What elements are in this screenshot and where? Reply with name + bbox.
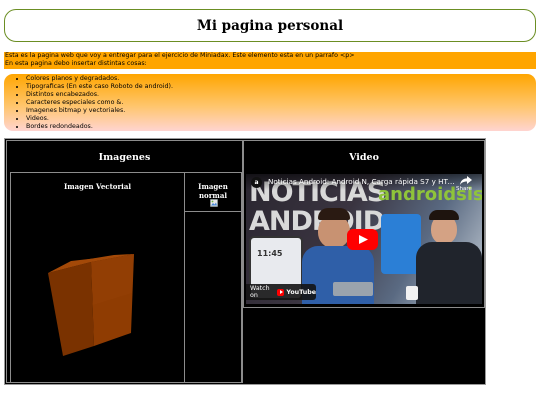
page-header: Mi pagina personal <box>4 9 536 42</box>
media-table: Imagenes Imagen Vectorial Imagen normal <box>4 138 486 385</box>
presenter-1-hair <box>318 208 350 220</box>
features-list: Colores planos y degradados. Tipografica… <box>4 75 536 131</box>
play-button[interactable] <box>347 229 378 250</box>
video-column: Video NOTICIAS ANDROID androidsis 11:45 <box>243 140 485 308</box>
broken-image-icon <box>210 199 218 207</box>
feature-item: Tipograficas (En este caso Roboto de and… <box>26 83 536 91</box>
watch-on-label: Watch on <box>250 285 270 299</box>
phone-time: 11:45 <box>257 249 283 258</box>
share-icon[interactable] <box>460 176 472 185</box>
youtube-embed[interactable]: NOTICIAS ANDROID androidsis 11:45 a Noti <box>246 174 482 304</box>
images-header: Imagenes <box>98 152 151 163</box>
watch-on-youtube-button[interactable]: Watch on YouTube <box>246 284 316 300</box>
video-header: Video <box>349 152 379 163</box>
youtube-logo-icon <box>276 288 285 296</box>
features-box: Colores planos y degradados. Tipografica… <box>4 74 536 131</box>
feature-item: Imagenes bitmap y vectoriales. <box>26 107 536 115</box>
intro-line-1: Esta es la pagina web que voy a entregar… <box>5 52 355 59</box>
feature-item: Colores planos y degradados. <box>26 75 536 83</box>
presenter-2-body <box>416 242 482 304</box>
feature-item: Distintos encabezados. <box>26 91 536 99</box>
feature-item: Bordes redondeados. <box>26 123 536 131</box>
normal-image-cell: Imagen normal <box>184 172 242 212</box>
cube-left-face <box>48 262 94 356</box>
normal-image-cell-fill <box>184 211 242 383</box>
intro-paragraph: Esta es la pagina web que voy a entregar… <box>4 52 536 69</box>
feature-item: Videos. <box>26 115 536 123</box>
presenter-2-hair <box>429 210 459 220</box>
play-icon <box>359 235 368 244</box>
video-title[interactable]: Noticias Android: Android N, Carga rápid… <box>268 177 458 186</box>
share-label[interactable]: Share <box>456 186 472 192</box>
channel-logo-icon[interactable]: a <box>251 177 262 188</box>
tablet-graphic <box>381 214 421 274</box>
feature-item: Caracteres especiales como &. <box>26 99 536 107</box>
mug-graphic <box>406 286 418 300</box>
laptop-graphic <box>333 282 373 296</box>
page-title: Mi pagina personal <box>196 17 344 34</box>
cube-vector-image <box>48 254 134 356</box>
images-column: Imagenes Imagen Vectorial Imagen normal <box>6 140 243 383</box>
youtube-wordmark: YouTube <box>286 288 316 296</box>
vector-image-cell: Imagen Vectorial <box>10 172 185 383</box>
normal-image-label: Imagen normal <box>198 182 228 200</box>
intro-line-2: En esta pagina debo insertar distintas c… <box>5 59 147 67</box>
